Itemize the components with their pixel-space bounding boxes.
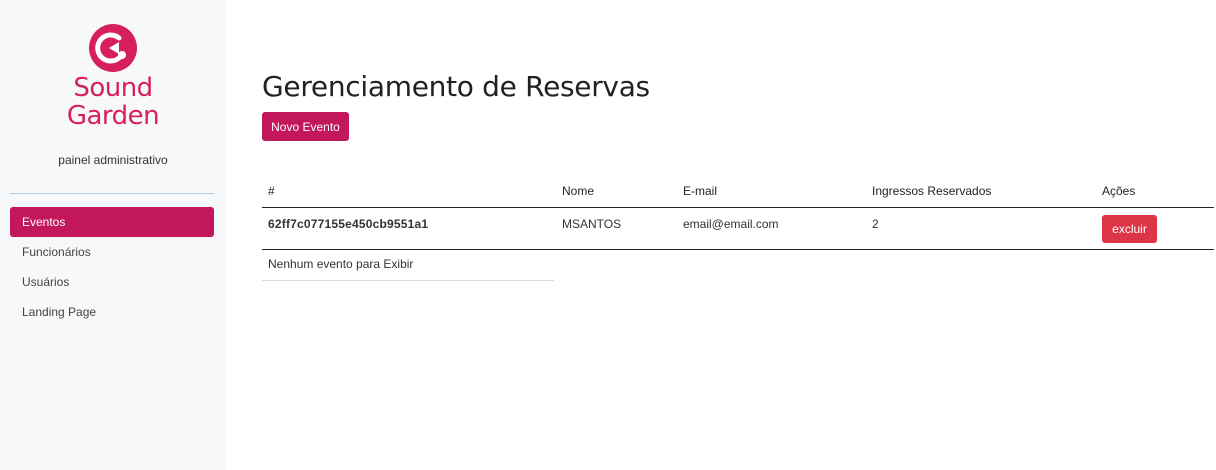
sidebar-item-landing-page[interactable]: Landing Page: [10, 297, 214, 327]
new-event-button[interactable]: Novo Evento: [262, 112, 349, 141]
sidebar-nav: Eventos Funcionários Usuários Landing Pa…: [10, 207, 214, 327]
cell-id: 62ff7c077155e450cb9551a1: [262, 207, 556, 250]
cell-ingressos: 2: [866, 207, 1096, 250]
sidebar: Sound Garden painel administrativo Event…: [0, 0, 226, 470]
cell-nome: MSANTOS: [556, 207, 677, 250]
cell-acoes: excluir: [1096, 207, 1214, 250]
reservations-table: # Nome E-mail Ingressos Reservados Ações…: [262, 176, 1214, 250]
page-title: Gerenciamento de Reservas: [262, 70, 650, 103]
column-header-id: #: [262, 176, 556, 208]
column-header-acoes: Ações: [1096, 176, 1214, 208]
sound-garden-logo-icon: [89, 24, 137, 72]
column-header-nome: Nome: [556, 176, 677, 208]
brand-subtitle: painel administrativo: [58, 153, 168, 167]
brand-logo[interactable]: Sound Garden: [0, 24, 226, 130]
sidebar-item-eventos[interactable]: Eventos: [10, 207, 214, 237]
sidebar-item-usuarios[interactable]: Usuários: [10, 267, 214, 297]
main-content: Gerenciamento de Reservas Novo Evento # …: [262, 0, 1216, 470]
brand-name: Sound Garden: [0, 74, 226, 130]
column-header-email: E-mail: [677, 176, 866, 208]
empty-message: Nenhum evento para Exibir: [262, 250, 554, 281]
cell-email: email@email.com: [677, 207, 866, 250]
brand-name-line1: Sound: [73, 73, 153, 103]
column-header-ingressos: Ingressos Reservados: [866, 176, 1096, 208]
delete-button[interactable]: excluir: [1102, 214, 1157, 243]
table-header-row: # Nome E-mail Ingressos Reservados Ações: [262, 176, 1214, 208]
table-row: 62ff7c077155e450cb9551a1 MSANTOS email@e…: [262, 207, 1214, 250]
brand-name-line2: Garden: [66, 101, 160, 131]
sidebar-item-funcionarios[interactable]: Funcionários: [10, 237, 214, 267]
sidebar-divider: [10, 193, 214, 194]
